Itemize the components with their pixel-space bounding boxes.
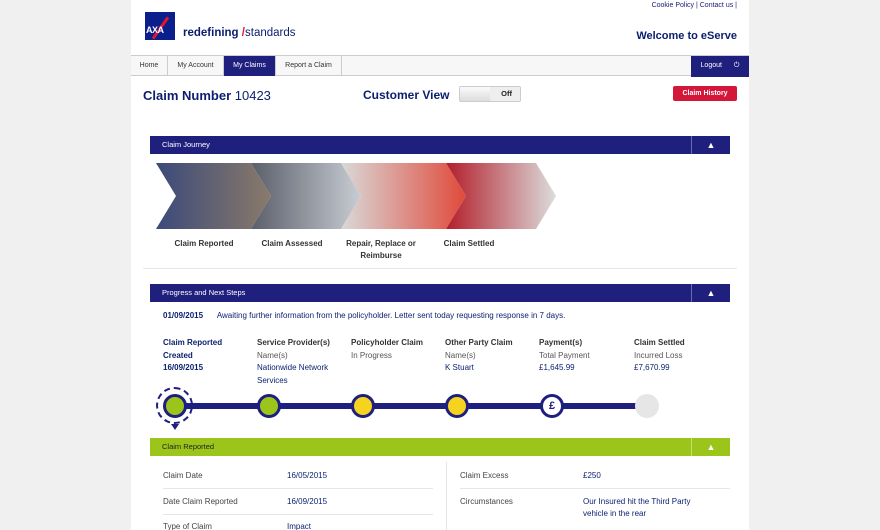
step-heading: Claim Reported <box>163 338 223 347</box>
page-title: Claim Number 10423 <box>143 88 271 103</box>
separator: | <box>695 2 698 9</box>
step-heading: Claim Settled <box>634 338 685 347</box>
detail-label: Claim Excess <box>460 471 509 480</box>
step-line: £1,645.99 <box>539 363 575 372</box>
step-line: Name(s) <box>257 350 288 360</box>
step-line[interactable]: K Stuart <box>445 362 537 375</box>
claim-number: 10423 <box>234 88 271 103</box>
chevron-up-icon[interactable]: ▲ <box>691 136 730 154</box>
claim-number-label: Claim Number <box>143 88 232 103</box>
step-line: In Progress <box>351 350 392 360</box>
tab-my-claims[interactable]: My Claims <box>224 56 276 76</box>
pound-icon[interactable]: £ <box>540 394 564 418</box>
axa-logo[interactable]: AXA <box>145 12 175 40</box>
progress-header[interactable]: Progress and Next Steps ▲ <box>150 284 730 302</box>
divider <box>163 488 433 489</box>
tab-home[interactable]: Home <box>131 56 168 76</box>
top-links: Cookie Policy | Contact us | <box>652 2 737 9</box>
panel-title: Claim Journey <box>162 140 210 149</box>
welcome-text: Welcome to eServe <box>636 30 737 42</box>
step-heading: Service Provider(s) <box>257 338 330 347</box>
step-line[interactable]: Nationwide Network <box>257 362 349 375</box>
step-line[interactable]: Services <box>257 375 349 388</box>
step-heading: Payment(s) <box>539 338 583 347</box>
update-message: Awaiting further information from the po… <box>216 311 566 320</box>
detail-value: £250 <box>583 471 601 480</box>
circumstances-line: Our Insured hit the Third Party <box>583 497 691 506</box>
circumstances-line: vehicle in the rear <box>583 509 647 518</box>
claim-reported-header[interactable]: Claim Reported ▲ <box>150 438 730 456</box>
stage-image-reported <box>156 163 271 229</box>
chevron-up-icon[interactable]: ▲ <box>691 438 730 456</box>
divider <box>163 514 433 515</box>
step-heading: Policyholder Claim <box>351 338 424 347</box>
detail-label: Date Claim Reported <box>163 497 238 506</box>
step-line: £7,670.99 <box>634 363 670 372</box>
step-line: Incurred Loss <box>634 350 683 360</box>
step-other-party-claim: Other Party Claim Name(s) K Stuart <box>445 337 537 375</box>
toggle-knob <box>460 87 490 101</box>
detail-label: Circumstances <box>460 497 513 506</box>
detail-value: Our Insured hit the Third Party vehicle … <box>583 496 690 520</box>
progress-track <box>173 403 643 409</box>
step-node-policyholder[interactable] <box>351 394 375 418</box>
tab-my-account[interactable]: My Account <box>168 56 224 76</box>
tab-report-a-claim[interactable]: Report a Claim <box>276 56 342 76</box>
step-line: Total Payment <box>539 350 590 360</box>
logout-label: Logout <box>700 62 722 69</box>
stage-label: Claim Settled <box>443 239 495 248</box>
separator: | <box>735 2 737 9</box>
step-line: 16/09/2015 <box>163 363 204 372</box>
step-heading: Other Party Claim <box>445 338 513 347</box>
step-claim-settled: Claim Settled Incurred Loss £7,670.99 <box>634 337 726 375</box>
toggle-value: Off <box>501 89 512 98</box>
tagline-bold: redefining <box>183 27 239 39</box>
claim-history-button[interactable]: Claim History <box>673 86 737 101</box>
contact-us-link[interactable]: Contact us <box>700 2 733 9</box>
claim-journey-header[interactable]: Claim Journey ▲ <box>150 136 730 154</box>
panel-title: Progress and Next Steps <box>162 288 246 297</box>
step-node-service-provider[interactable] <box>257 394 281 418</box>
progress-update: 01/09/2015 Awaiting further information … <box>163 311 565 320</box>
detail-label: Type of Claim <box>163 522 212 530</box>
step-policyholder-claim: Policyholder Claim In Progress <box>351 337 443 362</box>
divider <box>143 268 737 269</box>
step-node-reported[interactable] <box>163 394 187 418</box>
power-icon: ⏻ <box>733 62 740 69</box>
detail-value: 16/05/2015 <box>287 471 328 480</box>
main-nav: Home My Account My Claims Report a Claim… <box>131 55 749 77</box>
step-node-settled[interactable] <box>635 394 659 418</box>
stage-label: Repair, Replace or Reimburse <box>346 239 416 260</box>
tagline: redefining /standards <box>183 27 296 39</box>
panel-title: Claim Reported <box>162 442 215 451</box>
customer-view-toggle[interactable]: Off <box>459 86 521 102</box>
divider <box>460 488 730 489</box>
step-line: Created <box>163 350 193 360</box>
chevron-up-icon[interactable]: ▲ <box>691 284 730 302</box>
current-step-arrow <box>171 424 179 430</box>
step-payments: Payment(s) Total Payment £1,645.99 <box>539 337 631 375</box>
tagline-rest: standards <box>245 27 296 39</box>
detail-value: Impact <box>287 522 312 530</box>
logout-button[interactable]: Logout ⏻ <box>691 56 749 77</box>
detail-label: Claim Date <box>163 471 203 480</box>
stage-label: Claim Assessed <box>261 239 323 248</box>
step-line: Name(s) <box>445 350 476 360</box>
stage-label: Claim Reported <box>174 239 234 248</box>
step-node-other-party[interactable] <box>445 394 469 418</box>
logo-text: AXA <box>146 25 164 35</box>
detail-value: 16/09/2015 <box>287 497 328 506</box>
journey-banner <box>156 163 556 229</box>
column-divider <box>446 462 447 530</box>
cookie-policy-link[interactable]: Cookie Policy <box>652 2 694 9</box>
customer-view-label: Customer View <box>363 88 450 102</box>
update-date: 01/09/2015 <box>163 311 204 320</box>
step-service-provider: Service Provider(s) Name(s) Nationwide N… <box>257 337 349 387</box>
step-claim-reported: Claim Reported Created 16/09/2015 <box>163 337 255 375</box>
